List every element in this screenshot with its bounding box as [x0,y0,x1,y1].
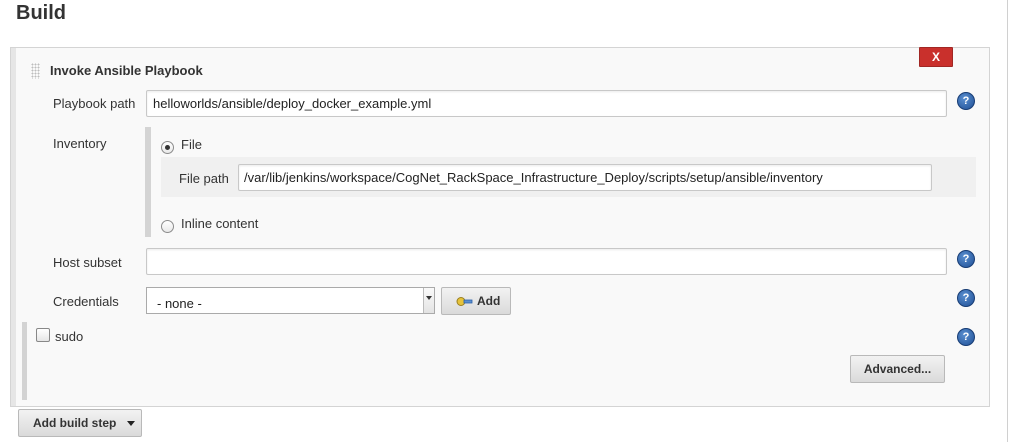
credentials-select[interactable]: - none - [146,287,435,314]
caret-down-icon [127,420,136,426]
drag-handle-icon[interactable] [31,63,40,79]
host-subset-input[interactable] [146,248,947,275]
credentials-label: Credentials [53,294,119,309]
inventory-inline-radio[interactable] [161,220,174,233]
advanced-button-label: Advanced... [863,362,932,376]
playbook-path-value: helloworlds/ansible/deploy_docker_exampl… [153,96,432,111]
page-right-border [1007,0,1008,442]
sudo-left-bar [22,322,27,400]
file-path-input[interactable]: /var/lib/jenkins/workspace/CogNet_RackSp… [238,164,932,191]
credentials-help-icon[interactable]: ? [957,289,975,307]
host-subset-label: Host subset [53,255,122,270]
delete-step-button[interactable]: X [919,47,953,67]
add-build-step-label: Add build step [33,416,117,430]
build-step-title: Invoke Ansible Playbook [50,63,203,78]
advanced-button[interactable]: Advanced... [850,355,945,383]
radio-selected-dot [165,145,170,150]
inventory-label: Inventory [53,136,107,151]
inventory-file-radio[interactable] [161,141,174,154]
key-icon [456,296,473,306]
section-title: Build [16,2,66,24]
sudo-help-icon[interactable]: ? [957,328,975,346]
playbook-path-input[interactable]: helloworlds/ansible/deploy_docker_exampl… [146,90,947,117]
inventory-file-option-label: File [181,137,202,152]
credentials-selected-value: - none - [157,296,202,311]
add-credentials-button[interactable]: Add [441,287,511,315]
playbook-path-help-icon[interactable]: ? [957,92,975,110]
file-path-label: File path [179,171,229,186]
add-build-step-button[interactable]: Add build step [18,409,142,437]
playbook-path-label: Playbook path [53,96,136,111]
inventory-inline-option-label: Inline content [181,216,259,231]
inventory-left-bar [145,127,151,237]
chevron-down-icon [423,288,434,313]
add-credentials-label: Add [477,294,501,308]
file-path-value: /var/lib/jenkins/workspace/CogNet_RackSp… [244,170,823,185]
build-step-left-bar [11,48,16,406]
sudo-checkbox[interactable] [36,328,50,342]
sudo-label: sudo [55,329,84,344]
host-subset-help-icon[interactable]: ? [957,250,975,268]
